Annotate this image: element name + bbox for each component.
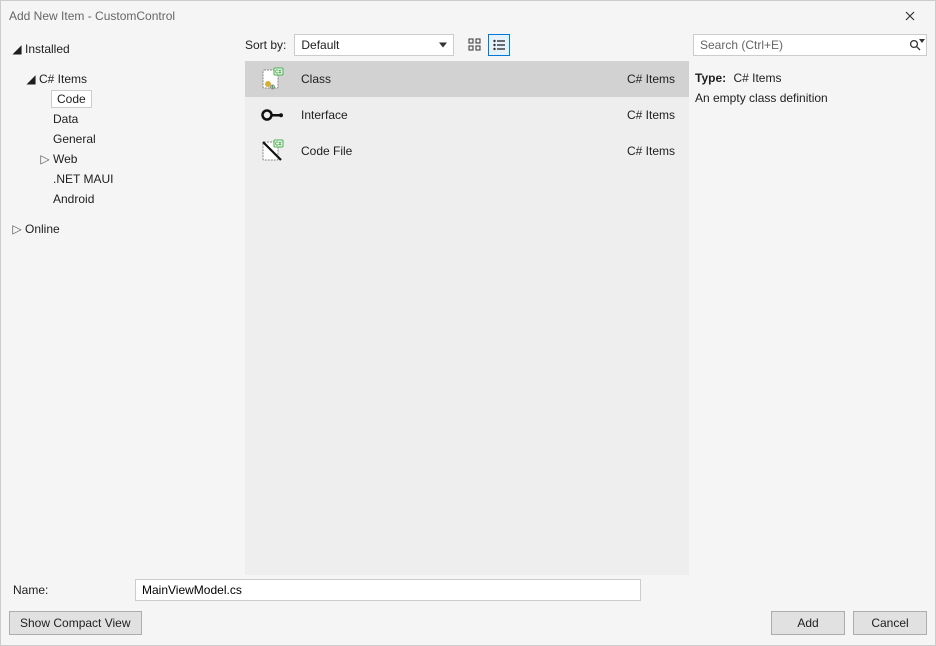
template-name: Interface bbox=[301, 108, 627, 122]
template-category: C# Items bbox=[627, 144, 675, 158]
nav-csharp-items[interactable]: ◢ C# Items bbox=[7, 69, 239, 89]
show-compact-view-button[interactable]: Show Compact View bbox=[9, 611, 142, 635]
close-button[interactable] bbox=[893, 4, 927, 28]
nav-installed[interactable]: ◢ Installed bbox=[7, 39, 239, 59]
dialog-body: ◢ Installed ◢ C# Items Code Data General… bbox=[1, 31, 935, 575]
nav-item-android[interactable]: Android bbox=[7, 189, 239, 209]
center-toolbar: Sort by: Default bbox=[245, 31, 689, 61]
template-row-codefile[interactable]: C# Code File C# Items bbox=[245, 133, 689, 169]
caret-down-icon: ◢ bbox=[11, 39, 23, 59]
details-description: An empty class definition bbox=[695, 91, 925, 105]
sort-by-value: Default bbox=[301, 38, 339, 52]
class-file-icon: C# bbox=[259, 66, 285, 92]
grid-icon bbox=[468, 38, 482, 52]
nav-item-general[interactable]: General bbox=[7, 129, 239, 149]
window-title: Add New Item - CustomControl bbox=[9, 9, 893, 23]
sort-by-select[interactable]: Default bbox=[294, 34, 454, 56]
nav-online[interactable]: ▷ Online bbox=[7, 219, 239, 239]
add-button[interactable]: Add bbox=[771, 611, 845, 635]
center-panel: Sort by: Default bbox=[245, 31, 689, 575]
caret-down-icon: ◢ bbox=[25, 69, 37, 89]
nav-online-label: Online bbox=[25, 219, 60, 239]
nav-item-netmaui[interactable]: .NET MAUI bbox=[7, 169, 239, 189]
code-file-icon: C# bbox=[259, 138, 285, 164]
titlebar: Add New Item - CustomControl bbox=[1, 1, 935, 31]
nav-item-data[interactable]: Data bbox=[7, 109, 239, 129]
template-category: C# Items bbox=[627, 72, 675, 86]
template-row-class[interactable]: C# Class C# Items bbox=[245, 61, 689, 97]
nav-csharp-items-label: C# Items bbox=[39, 69, 87, 89]
name-row: Name: bbox=[9, 579, 927, 601]
category-tree: ◢ Installed ◢ C# Items Code Data General… bbox=[1, 31, 245, 575]
button-row: Show Compact View Add Cancel bbox=[9, 611, 927, 635]
template-row-interface[interactable]: Interface C# Items bbox=[245, 97, 689, 133]
nav-item-web[interactable]: ▷ Web bbox=[7, 149, 239, 169]
close-icon bbox=[905, 11, 915, 21]
right-panel: Type: C# Items An empty class definition bbox=[689, 31, 935, 575]
details-type-label: Type: bbox=[695, 71, 726, 85]
details-type-value: C# Items bbox=[733, 71, 781, 85]
view-large-icons-button[interactable] bbox=[464, 34, 486, 56]
view-toggle-group bbox=[464, 34, 510, 56]
nav-item-code[interactable]: Code bbox=[51, 90, 92, 108]
search-wrap bbox=[689, 31, 935, 61]
svg-text:C#: C# bbox=[275, 142, 282, 148]
template-name: Class bbox=[301, 72, 627, 86]
view-list-button[interactable] bbox=[488, 34, 510, 56]
template-details: Type: C# Items An empty class definition bbox=[689, 61, 935, 105]
list-icon bbox=[492, 38, 506, 52]
sort-by-label: Sort by: bbox=[245, 38, 286, 52]
template-name: Code File bbox=[301, 144, 627, 158]
search-input[interactable] bbox=[698, 37, 922, 53]
svg-text:C#: C# bbox=[275, 70, 282, 76]
caret-right-icon: ▷ bbox=[39, 149, 51, 169]
caret-right-icon: ▷ bbox=[11, 219, 23, 239]
template-category: C# Items bbox=[627, 108, 675, 122]
name-input[interactable] bbox=[135, 579, 641, 601]
details-type-row: Type: C# Items bbox=[695, 71, 925, 85]
search-icon[interactable] bbox=[906, 36, 924, 54]
template-list: C# Class C# Items bbox=[245, 61, 689, 575]
interface-icon bbox=[259, 102, 285, 128]
cancel-button[interactable]: Cancel bbox=[853, 611, 927, 635]
nav-installed-label: Installed bbox=[25, 39, 70, 59]
search-box[interactable] bbox=[693, 34, 927, 56]
dialog-footer: Name: Show Compact View Add Cancel bbox=[1, 575, 935, 645]
name-label: Name: bbox=[9, 583, 127, 597]
dialog-root: Add New Item - CustomControl ◢ Installed… bbox=[0, 0, 936, 646]
